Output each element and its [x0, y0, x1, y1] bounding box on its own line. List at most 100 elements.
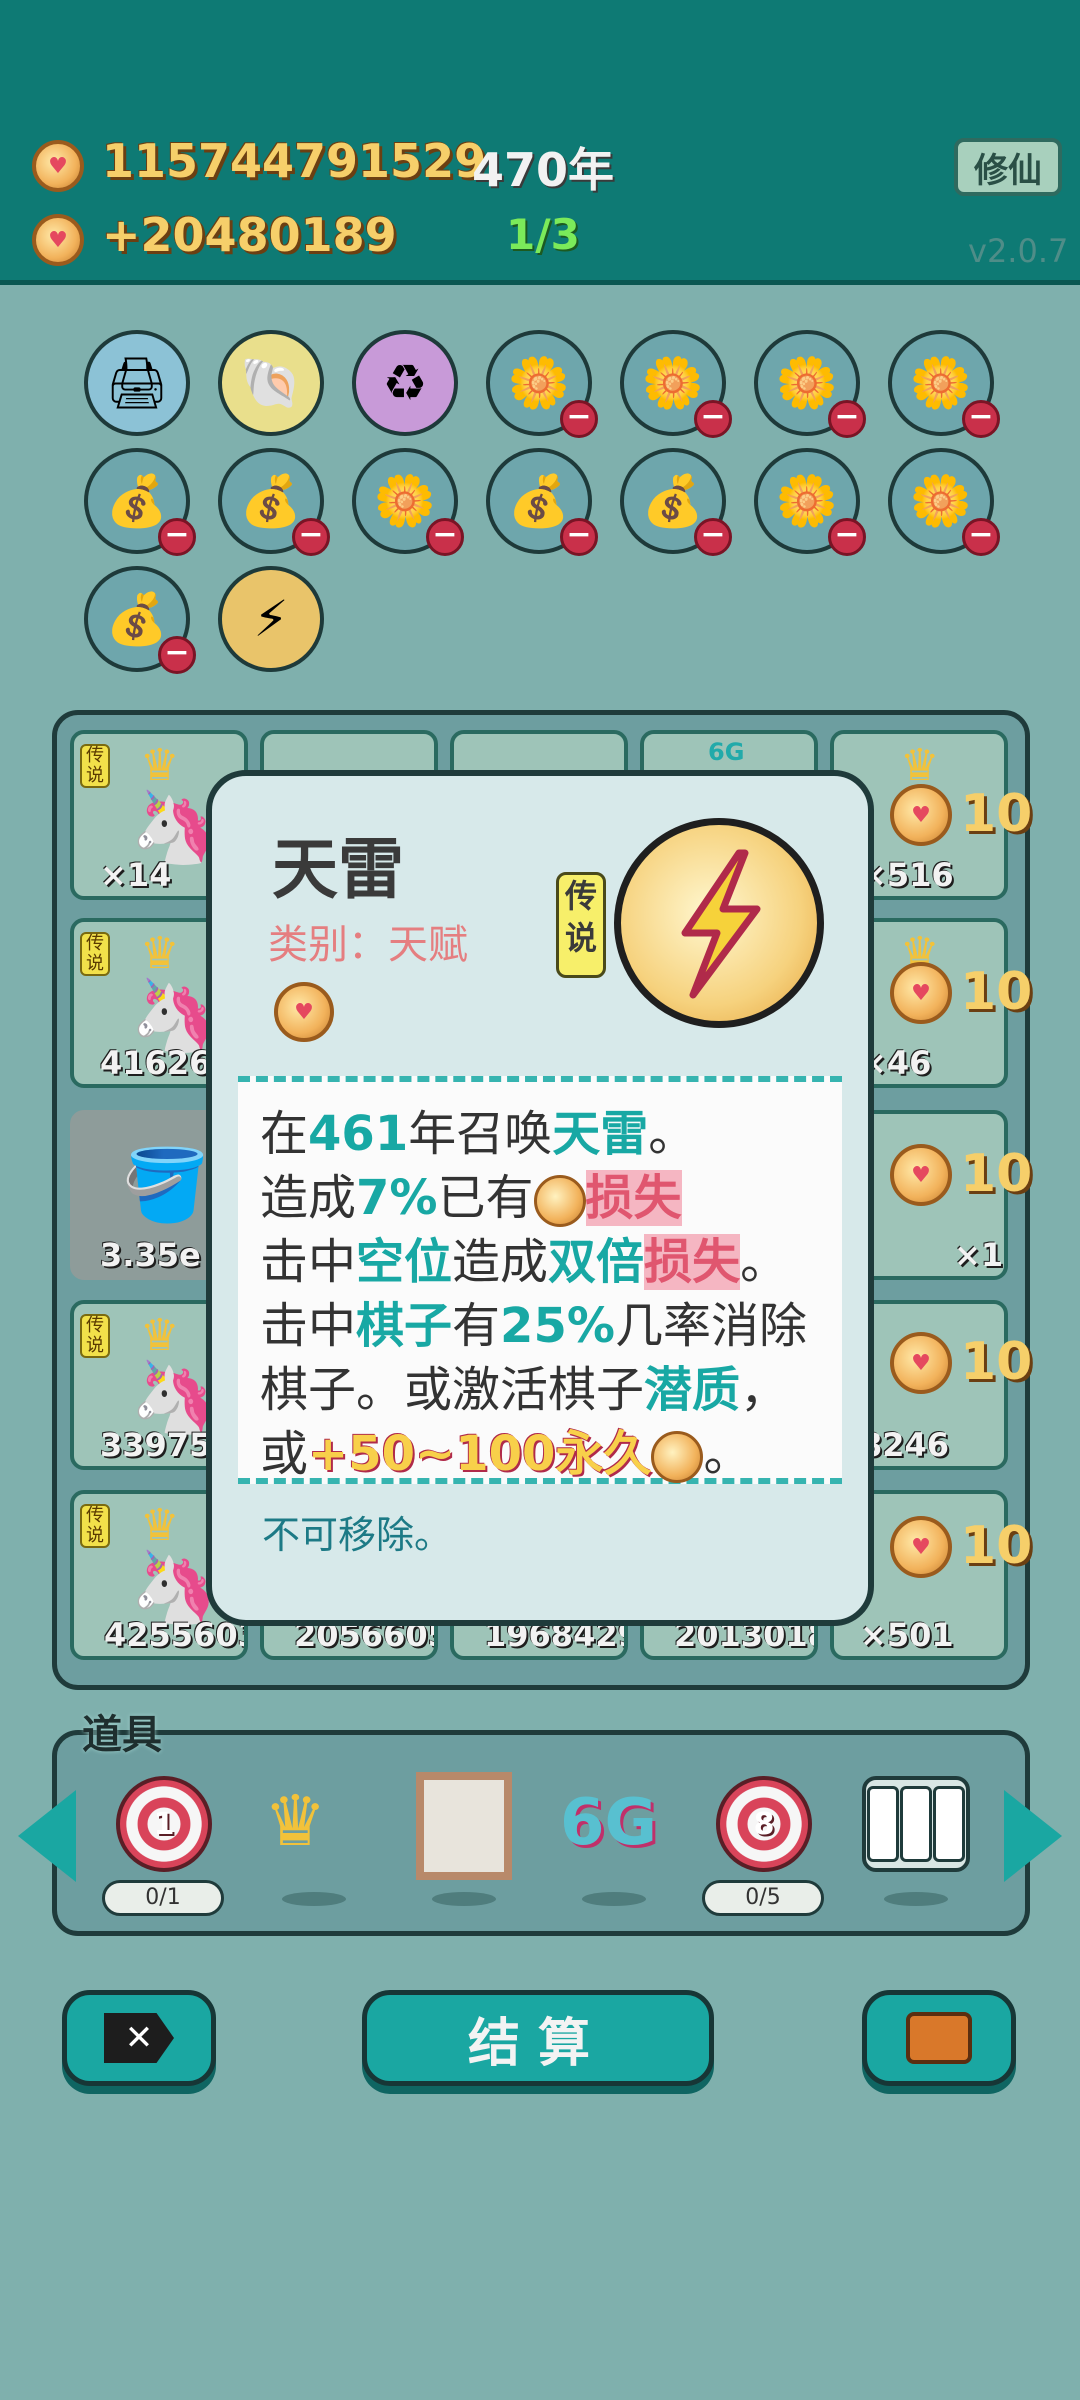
sack-icon[interactable]: 💰 − [84, 566, 196, 674]
cell-value: 33975 [100, 1426, 212, 1464]
item-footer-note: 不可移除。 [262, 1513, 453, 1557]
flower-pot-icon[interactable]: 🌼 − [888, 448, 1000, 556]
cell-value: 3.35e [100, 1236, 201, 1274]
desc-line: 击中空位造成双倍损失。 [260, 1234, 789, 1290]
bag-button[interactable] [862, 1990, 1016, 2086]
remove-icon[interactable]: − [560, 518, 598, 556]
version-label: v2.0.7 [968, 232, 1069, 270]
crown-icon[interactable]: ♛ [264, 1780, 327, 1862]
sack-icon[interactable]: 💰 − [620, 448, 732, 556]
remove-icon[interactable]: − [828, 518, 866, 556]
coins-rate: +20480189 [102, 208, 397, 262]
remove-icon[interactable]: − [158, 518, 196, 556]
desc-line: 棋子。或激活棋子潜质， [260, 1362, 789, 1418]
cell-value: 41626 [100, 1044, 212, 1082]
sack-icon[interactable]: 💰 − [486, 448, 598, 556]
legend-badge: 传说 [80, 1504, 110, 1548]
legend-tag: 传说 [556, 872, 606, 978]
item-category: 类别：天赋 [268, 922, 468, 968]
bonus-value: 10 [960, 784, 1033, 844]
crown-icon: ♛ [140, 1310, 180, 1361]
cell-value: ×516 [860, 856, 954, 894]
bonus-value: 10 [960, 1516, 1033, 1576]
item-counter: 0/1 [102, 1880, 224, 1916]
item-shadow [282, 1892, 346, 1906]
arrow-right-icon[interactable] [1004, 1790, 1062, 1882]
target-icon[interactable]: 8 [716, 1776, 812, 1872]
coins-total: 115744791529 [102, 134, 487, 188]
cell-value: 4255603 [104, 1616, 248, 1654]
shell-icon[interactable]: 🐚 [218, 330, 324, 436]
flower-pot-icon[interactable]: 🌼 − [754, 448, 866, 556]
target-icon[interactable]: 1 [116, 1776, 212, 1872]
legend-badge: 传说 [80, 1314, 110, 1358]
item-shadow [582, 1892, 646, 1906]
briefcase-icon [906, 2012, 972, 2064]
sack-icon[interactable]: 💰 − [84, 448, 196, 556]
6g-icon[interactable]: 6G [560, 1786, 657, 1860]
frame-icon[interactable] [416, 1772, 512, 1880]
desc-line: 造成7%已有 损失 [260, 1170, 682, 1227]
thunder-icon[interactable]: ⚡ [218, 566, 324, 672]
printer-icon[interactable]: 🖨 [84, 330, 190, 436]
desc-line: 或+50~100永久。 [260, 1426, 752, 1483]
coin-icon: ♥ [890, 962, 952, 1024]
settle-button[interactable]: 结算 [362, 1990, 714, 2086]
thunder-icon [614, 818, 824, 1028]
reel [933, 1786, 966, 1862]
close-button[interactable]: ✕ [62, 1990, 216, 2086]
remove-icon[interactable]: − [426, 518, 464, 556]
coin-icon: ♥ [890, 784, 952, 846]
slot-machine-icon[interactable] [862, 1776, 970, 1872]
flower-pot-icon[interactable]: 🌼 − [486, 330, 598, 438]
flower-pot-icon[interactable]: 🌼 − [888, 330, 1000, 438]
xiuxian-button[interactable]: 修仙 [954, 138, 1062, 196]
crown-icon: ♛ [140, 928, 180, 979]
remove-icon[interactable]: − [158, 636, 196, 674]
coin-icon [651, 1431, 704, 1483]
coin-icon: ♥ [890, 1144, 952, 1206]
reel [866, 1786, 899, 1862]
coin-icon: ♥ [890, 1332, 952, 1394]
remove-icon[interactable]: − [560, 400, 598, 438]
close-icon: ✕ [104, 2013, 174, 2063]
remove-icon[interactable]: − [694, 518, 732, 556]
flower-pot-icon[interactable]: 🌼 − [754, 330, 866, 438]
item-detail-popup[interactable]: 天雷 类别：天赋 ♥ 传说 在461年召唤天雷。 造成7%已有 损失 击中空位造成… [206, 770, 874, 1626]
remove-icon[interactable]: − [962, 400, 1000, 438]
bonus-value: 10 [960, 1144, 1033, 1204]
cell-value: ×501 [860, 1616, 954, 1654]
crown-icon: ♛ [140, 740, 180, 791]
crown-icon: ♛ [140, 1500, 180, 1551]
coin-icon: ♥ [274, 982, 334, 1042]
legend-badge: 传说 [80, 744, 110, 788]
coin-icon: ♥ [890, 1516, 952, 1578]
6g-badge: 6G [708, 738, 745, 766]
flower-pot-icon[interactable]: 🌼 − [620, 330, 732, 438]
remove-icon[interactable]: − [962, 518, 1000, 556]
item-title: 天雷 [272, 831, 404, 908]
coin-icon: ♥ [32, 140, 84, 192]
bonus-value: 10 [960, 1332, 1033, 1392]
remove-icon[interactable]: − [694, 400, 732, 438]
item-counter: 0/5 [702, 1880, 824, 1916]
items-label: 道具 [82, 1712, 162, 1758]
desc-line: 击中棋子有25%几率消除 [260, 1298, 807, 1354]
spin-counter: 1/3 [506, 210, 580, 259]
remove-icon[interactable]: − [292, 518, 330, 556]
flower-pot-icon[interactable]: 🌼 − [352, 448, 464, 556]
remove-icon[interactable]: − [828, 400, 866, 438]
arrow-left-icon[interactable] [18, 1790, 76, 1882]
cell-value: ×1 [954, 1236, 1004, 1274]
coin-icon [533, 1175, 586, 1227]
recycle-icon[interactable]: ♻ [352, 330, 458, 436]
desc-line: 在461年召唤天雷。 [260, 1106, 697, 1162]
cell-value: ×14 [100, 856, 172, 894]
bucket-icon: 🪣 [122, 1144, 210, 1226]
item-shadow [884, 1892, 948, 1906]
year-counter: 470年 [472, 143, 615, 197]
bonus-value: 10 [960, 962, 1033, 1022]
description-box: 在461年召唤天雷。 造成7%已有 损失 击中空位造成双倍损失。 击中棋子有25%… [238, 1076, 842, 1484]
item-shadow [432, 1892, 496, 1906]
sack-icon[interactable]: 💰 − [218, 448, 330, 556]
